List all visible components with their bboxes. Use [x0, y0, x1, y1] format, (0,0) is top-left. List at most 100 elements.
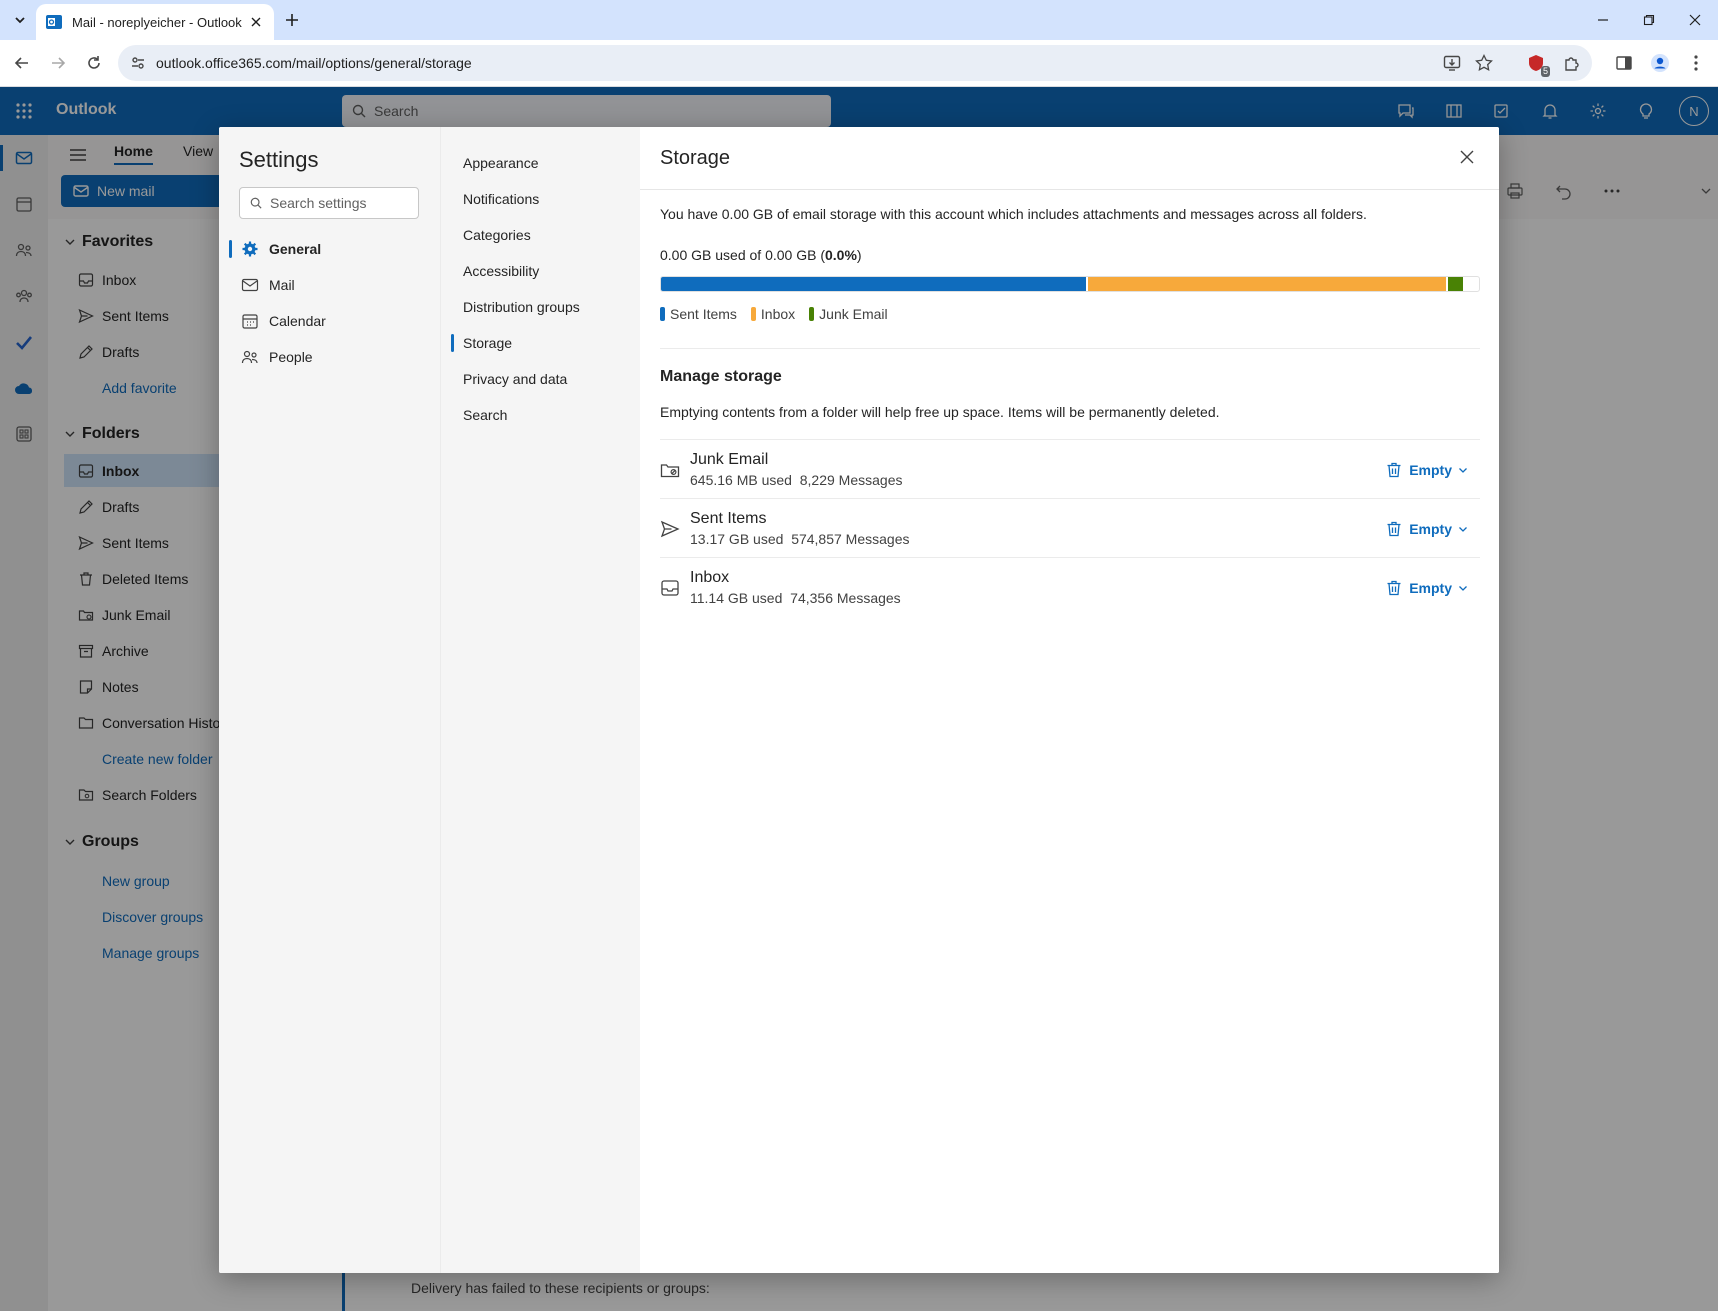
install-app-icon[interactable]	[1440, 51, 1464, 75]
settings-category-nav: Settings General Mail Calendar People	[219, 127, 440, 1273]
folder-name: Sent Items	[690, 510, 767, 527]
trash-icon	[1387, 462, 1401, 478]
browser-tab-title: Mail - noreplyeicher - Outlook	[72, 14, 242, 30]
address-url: outlook.office365.com/mail/options/gener…	[156, 55, 472, 71]
settings-category-general[interactable]: General	[229, 232, 429, 266]
storage-folder-row-sent-items: Sent Items 13.17 GB used 574,857 Message…	[660, 498, 1480, 557]
extensions-puzzle-icon[interactable]	[1560, 51, 1584, 75]
subcategory-privacy-and-data[interactable]: Privacy and data	[451, 362, 631, 396]
address-bar[interactable]: outlook.office365.com/mail/options/gener…	[118, 45, 1592, 81]
legend-swatch	[750, 307, 756, 321]
browser-tab[interactable]: Mail - noreplyeicher - Outlook	[36, 4, 274, 40]
header-divider	[640, 189, 1499, 190]
tab-close-icon[interactable]	[248, 14, 264, 30]
category-mail-label: Mail	[269, 277, 295, 293]
mail-icon	[241, 278, 259, 292]
tab-search-chevron-icon[interactable]	[8, 8, 32, 32]
legend-item-inbox: Inbox	[750, 306, 795, 322]
folder-size: 645.16 MB used	[690, 472, 792, 488]
storage-usage-bar	[660, 276, 1480, 292]
usage-percent: 0.0%	[825, 247, 857, 263]
new-tab-plus-icon[interactable]	[280, 8, 304, 32]
settings-search-input[interactable]	[270, 195, 410, 211]
minimize-icon[interactable]	[1580, 0, 1626, 40]
storage-folder-row-junk-email: Junk Email 645.16 MB used 8,229 Messages…	[660, 439, 1480, 498]
usage-suffix: )	[856, 247, 862, 263]
browser-tabstrip: Mail - noreplyeicher - Outlook	[0, 0, 1718, 40]
legend-item-sent-items: Sent Items	[660, 306, 737, 322]
subcategory-appearance[interactable]: Appearance	[451, 146, 631, 180]
back-arrow-icon[interactable]	[10, 51, 34, 75]
bookmark-star-icon[interactable]	[1472, 51, 1496, 75]
folder-meta: 13.17 GB used 574,857 Messages	[690, 531, 910, 547]
folder-messages: 74,356 Messages	[790, 590, 901, 606]
side-panel-icon[interactable]	[1612, 51, 1636, 75]
empty-label: Empty	[1409, 580, 1452, 596]
storage-bar-segment-sent-items	[661, 277, 1087, 291]
folder-meta: 11.14 GB used 74,356 Messages	[690, 590, 901, 606]
settings-dialog: Settings General Mail Calendar People Ap…	[219, 127, 1499, 1273]
settings-search-box[interactable]	[239, 187, 419, 219]
category-general-label: General	[269, 241, 322, 257]
legend-label: Sent Items	[670, 306, 737, 322]
empty-junk-email-button[interactable]: Empty	[1385, 459, 1468, 481]
storage-bar-segment-junk-email	[1446, 277, 1463, 291]
chevron-down-icon	[1459, 468, 1467, 473]
settings-category-people[interactable]: People	[229, 340, 429, 374]
empty-inbox-button[interactable]: Empty	[1385, 577, 1468, 599]
send-icon	[660, 520, 680, 538]
storage-description: You have 0.00 GB of email storage with t…	[660, 206, 1367, 222]
usage-prefix: 0.00 GB used of 0.00 GB (	[660, 247, 825, 263]
page-title: Storage	[660, 147, 731, 169]
folder-name: Junk Email	[690, 451, 769, 468]
subcategory-notifications[interactable]: Notifications	[451, 182, 631, 216]
gear-icon	[242, 241, 258, 257]
calendar-icon	[242, 314, 258, 329]
inbox-icon	[661, 580, 679, 596]
folder-size: 11.14 GB used	[690, 590, 783, 606]
restore-icon[interactable]	[1626, 0, 1672, 40]
manage-storage-description: Emptying contents from a folder will hel…	[660, 404, 1220, 420]
section-divider	[660, 348, 1480, 349]
subcategory-distribution-groups[interactable]: Distribution groups	[451, 290, 631, 324]
manage-storage-title: Manage storage	[660, 368, 782, 385]
junk-icon	[660, 464, 680, 478]
legend-swatch	[660, 307, 665, 321]
close-icon[interactable]	[1455, 145, 1479, 169]
extension-badge: 5	[1540, 66, 1550, 77]
folder-messages: 8,229 Messages	[799, 472, 903, 488]
browser-menu-kebab-icon[interactable]	[1684, 51, 1708, 75]
folder-meta: 645.16 MB used 8,229 Messages	[690, 472, 902, 488]
settings-title: Settings	[239, 147, 319, 172]
chevron-down-icon	[1459, 586, 1467, 591]
settings-category-calendar[interactable]: Calendar	[229, 304, 429, 338]
window-close-icon[interactable]	[1672, 0, 1718, 40]
forward-arrow-icon[interactable]	[46, 51, 70, 75]
folder-size: 13.17 GB used	[690, 531, 784, 547]
settings-subcategory-nav: Appearance Notifications Categories Acce…	[440, 127, 640, 1273]
extension-shield-icon[interactable]: 5	[1524, 51, 1550, 77]
storage-folder-row-inbox: Inbox 11.14 GB used 74,356 Messages Empt…	[660, 557, 1480, 616]
site-info-icon[interactable]	[126, 51, 150, 75]
reload-icon[interactable]	[82, 51, 106, 75]
subcategory-storage[interactable]: Storage	[451, 326, 631, 360]
empty-sent-items-button[interactable]: Empty	[1385, 518, 1468, 540]
settings-category-mail[interactable]: Mail	[229, 268, 429, 302]
profile-icon[interactable]	[1648, 51, 1672, 75]
empty-label: Empty	[1409, 521, 1452, 537]
people-icon	[241, 350, 258, 364]
storage-content: Storage You have 0.00 GB of email storag…	[640, 127, 1499, 1273]
storage-legend: Sent Items Inbox Junk Email	[660, 306, 902, 322]
subcategory-categories[interactable]: Categories	[451, 218, 631, 252]
category-calendar-label: Calendar	[269, 313, 326, 329]
subcategory-accessibility[interactable]: Accessibility	[451, 254, 631, 288]
outlook-favicon-icon	[46, 15, 62, 29]
storage-usage-summary: 0.00 GB used of 0.00 GB (0.0%)	[660, 247, 862, 263]
legend-item-junk-email: Junk Email	[809, 306, 888, 322]
browser-toolbar: outlook.office365.com/mail/options/gener…	[0, 40, 1718, 87]
legend-label: Junk Email	[819, 306, 888, 322]
trash-icon	[1387, 580, 1401, 596]
subcategory-search[interactable]: Search	[451, 398, 631, 432]
chevron-down-icon	[1459, 527, 1467, 532]
category-people-label: People	[269, 349, 313, 365]
